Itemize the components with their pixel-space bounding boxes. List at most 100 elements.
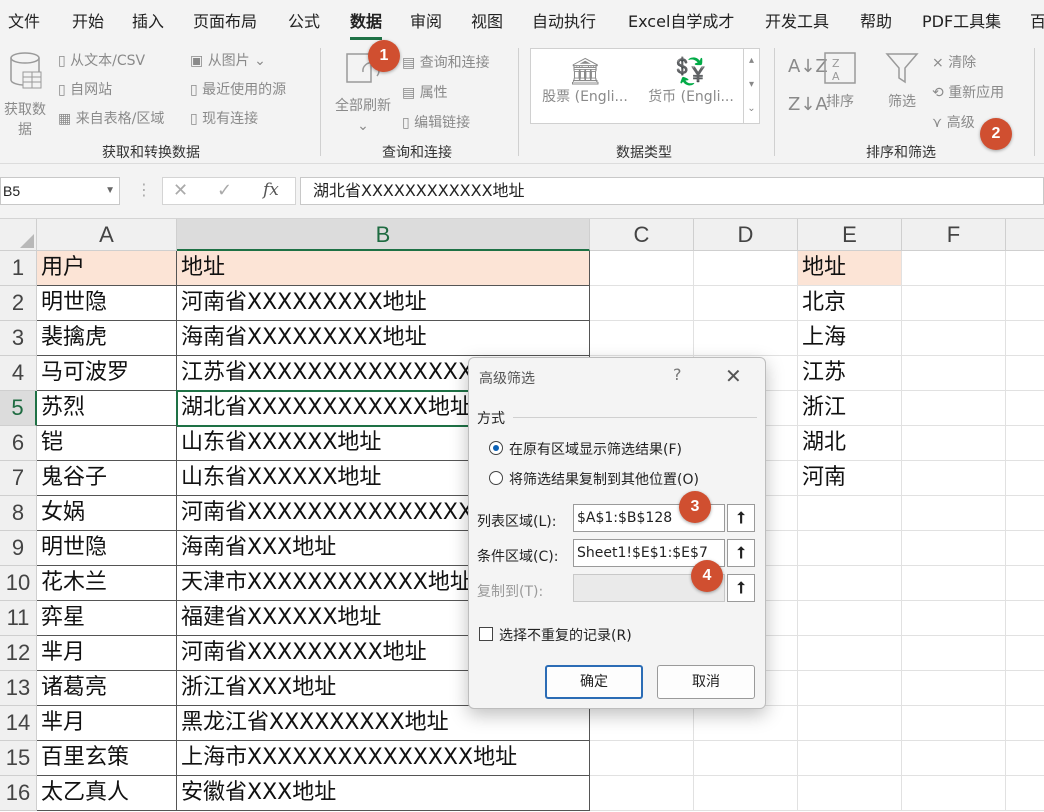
help-icon[interactable]: ?: [673, 365, 682, 384]
row-header[interactable]: 13: [0, 671, 37, 706]
row-header[interactable]: 16: [0, 776, 37, 811]
cell-d[interactable]: [694, 776, 798, 811]
cell-f[interactable]: [902, 321, 1006, 356]
row-header[interactable]: 4: [0, 356, 37, 391]
column-header-e[interactable]: E: [798, 219, 902, 251]
tab-help[interactable]: 帮助: [860, 8, 892, 36]
from-web-button[interactable]: ▯ 自网站: [58, 79, 112, 99]
cell-e[interactable]: 浙江: [798, 391, 902, 426]
recent-sources-button[interactable]: ▯ 最近使用的源: [190, 79, 286, 99]
radio-filter-in-place[interactable]: [489, 441, 503, 455]
currency-button[interactable]: 💱 货币 (Engli...: [643, 57, 739, 107]
edit-links-button[interactable]: ▯ 编辑链接: [402, 112, 470, 132]
cell-a[interactable]: 太乙真人: [37, 776, 177, 811]
cell-a[interactable]: 马可波罗: [37, 356, 177, 391]
close-icon[interactable]: ✕: [725, 364, 742, 388]
row-header[interactable]: 11: [0, 601, 37, 636]
cell-f[interactable]: [902, 776, 1006, 811]
cell-e[interactable]: 北京: [798, 286, 902, 321]
column-header-c[interactable]: C: [590, 219, 694, 251]
tab-overflow[interactable]: 百: [1030, 8, 1044, 36]
tab-insert[interactable]: 插入: [132, 8, 164, 36]
gallery-scroll[interactable]: ▴ ▾ ⌄: [743, 49, 759, 123]
cell-c[interactable]: [590, 776, 694, 811]
cell-b[interactable]: 河南省XXXXXXXXX地址: [177, 286, 590, 321]
cell-e[interactable]: [798, 741, 902, 776]
properties-button[interactable]: ▤ 属性: [402, 82, 448, 102]
tab-review[interactable]: 审阅: [410, 8, 442, 36]
cell-e[interactable]: 江苏: [798, 356, 902, 391]
cell-f[interactable]: [902, 286, 1006, 321]
filter-button[interactable]: 筛选: [880, 50, 924, 112]
from-table-button[interactable]: ▦ 来自表格/区域: [58, 108, 164, 128]
cell-b[interactable]: 地址: [177, 251, 590, 286]
cell-a[interactable]: 裴擒虎: [37, 321, 177, 356]
row-header[interactable]: 5: [0, 391, 37, 426]
row-header[interactable]: 9: [0, 531, 37, 566]
cell-f[interactable]: [902, 741, 1006, 776]
advanced-filter-button[interactable]: ⋎ 高级: [932, 112, 975, 132]
cell-b[interactable]: 黑龙江省XXXXXXXXX地址: [177, 706, 590, 741]
cell-e[interactable]: 地址: [798, 251, 902, 286]
column-header-d[interactable]: D: [694, 219, 798, 251]
cell-e[interactable]: [798, 776, 902, 811]
cell-a[interactable]: 芈月: [37, 636, 177, 671]
cell-c[interactable]: [590, 741, 694, 776]
cell-a[interactable]: 诸葛亮: [37, 671, 177, 706]
chevron-down-icon[interactable]: ▼: [105, 178, 115, 204]
radio-copy-to-location[interactable]: [489, 471, 503, 485]
cell-f[interactable]: [902, 356, 1006, 391]
cell-e[interactable]: [798, 706, 902, 741]
cell-a[interactable]: 芈月: [37, 706, 177, 741]
from-text-csv-button[interactable]: ▯ 从文本/CSV: [58, 50, 145, 70]
cell-f[interactable]: [902, 391, 1006, 426]
cell-e[interactable]: [798, 531, 902, 566]
tab-home[interactable]: 开始: [72, 8, 104, 36]
cell-a[interactable]: 女娲: [37, 496, 177, 531]
cell-c[interactable]: [590, 321, 694, 356]
column-header-b[interactable]: B: [177, 219, 590, 251]
row-header[interactable]: 2: [0, 286, 37, 321]
formula-input[interactable]: 湖北省XXXXXXXXXXXX地址: [300, 177, 1044, 205]
cell-e[interactable]: [798, 601, 902, 636]
cell-d[interactable]: [694, 251, 798, 286]
tab-data[interactable]: 数据: [350, 8, 383, 40]
unique-records-checkbox[interactable]: [479, 627, 493, 641]
cell-c[interactable]: [590, 251, 694, 286]
criteria-range-picker-icon[interactable]: ⭡: [727, 539, 755, 567]
column-header-a[interactable]: A: [37, 219, 177, 251]
row-header[interactable]: 6: [0, 426, 37, 461]
tab-developer[interactable]: 开发工具: [765, 8, 829, 36]
reapply-button[interactable]: ⟲ 重新应用: [932, 82, 1004, 102]
cell-f[interactable]: [902, 671, 1006, 706]
cell-f[interactable]: [902, 461, 1006, 496]
cell-d[interactable]: [694, 286, 798, 321]
existing-connections-button[interactable]: ▯ 现有连接: [190, 108, 258, 128]
name-box[interactable]: B5 ▼: [0, 177, 120, 205]
cell-e[interactable]: [798, 496, 902, 531]
tab-formulas[interactable]: 公式: [288, 8, 320, 36]
cell-e[interactable]: 河南: [798, 461, 902, 496]
cell-f[interactable]: [902, 426, 1006, 461]
cell-a[interactable]: 苏烈: [37, 391, 177, 426]
ok-button[interactable]: 确定: [545, 665, 643, 699]
enter-icon[interactable]: ✓: [217, 180, 232, 201]
queries-connections-button[interactable]: ▤ 查询和连接: [402, 52, 490, 72]
row-header[interactable]: 10: [0, 566, 37, 601]
more-options-icon[interactable]: ⋮: [136, 180, 152, 199]
row-header[interactable]: 12: [0, 636, 37, 671]
cell-b[interactable]: 上海市XXXXXXXXXXXXXXX地址: [177, 741, 590, 776]
cell-a[interactable]: 百里玄策: [37, 741, 177, 776]
select-all-corner[interactable]: [0, 219, 37, 251]
tab-automate[interactable]: 自动执行: [532, 8, 596, 36]
cell-c[interactable]: [590, 286, 694, 321]
row-header[interactable]: 8: [0, 496, 37, 531]
tab-pdf-tools[interactable]: PDF工具集: [922, 8, 1001, 36]
cell-a[interactable]: 明世隐: [37, 531, 177, 566]
tab-view[interactable]: 视图: [471, 8, 503, 36]
cell-a[interactable]: 弈星: [37, 601, 177, 636]
tab-file[interactable]: 文件: [8, 8, 40, 36]
list-range-picker-icon[interactable]: ⭡: [727, 504, 755, 532]
cancel-button[interactable]: 取消: [657, 665, 755, 699]
cell-e[interactable]: [798, 566, 902, 601]
